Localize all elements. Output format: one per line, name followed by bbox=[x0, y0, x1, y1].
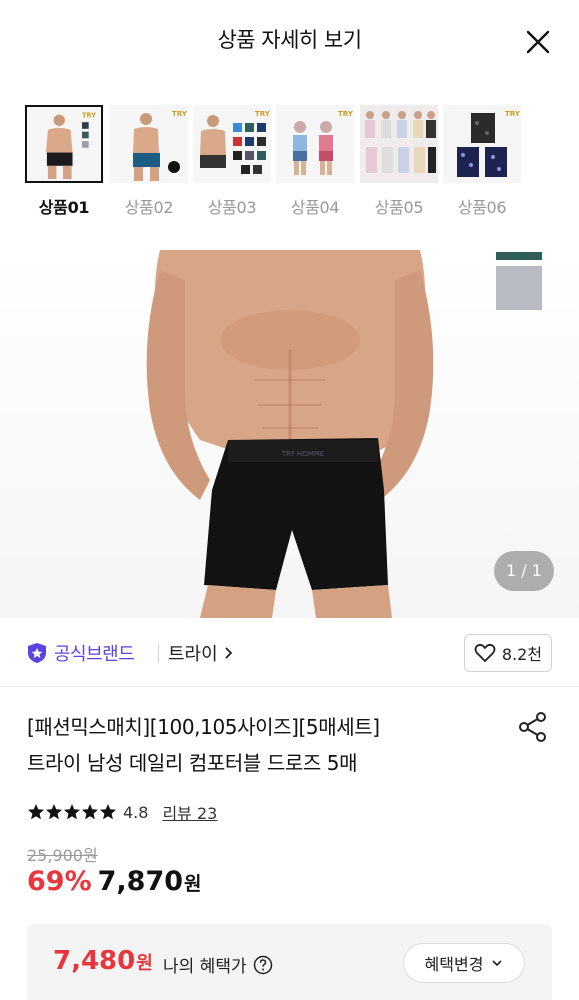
sale-price: 7,870 bbox=[97, 866, 184, 897]
benefit-change-label: 혜택변경 bbox=[424, 955, 484, 974]
like-count: 8.2천 bbox=[501, 645, 543, 664]
benefit-change-button[interactable]: 혜택변경 bbox=[403, 943, 525, 983]
thumbnail-image bbox=[360, 105, 438, 183]
star-icon bbox=[46, 804, 62, 820]
brand-mark: TRY bbox=[338, 110, 354, 118]
official-brand-badge[interactable]: 공식브랜드 bbox=[26, 640, 135, 666]
color-swatch[interactable] bbox=[496, 252, 542, 310]
thumbnail-strip: TRY 상품01 TRY 상품02 TRY 상품03 TRY 상품04 상품05… bbox=[0, 105, 579, 225]
benefit-price: 7,480 원 bbox=[53, 946, 153, 976]
benefit-box: 7,480 원 나의 혜택가 혜택변경 bbox=[27, 924, 552, 1000]
image-counter: 1 / 1 bbox=[494, 551, 554, 591]
share-button[interactable] bbox=[516, 710, 550, 744]
brand-mark: TRY bbox=[82, 111, 96, 119]
thumbnail-2[interactable]: TRY 상품02 bbox=[110, 105, 188, 218]
thumbnail-3[interactable]: TRY 상품03 bbox=[193, 105, 271, 218]
product-title: [패션믹스매치][100,105사이즈][5매세트] 트라이 남성 데일리 컴포… bbox=[27, 709, 497, 781]
header: 상품 자세히 보기 bbox=[0, 0, 579, 84]
thumbnail-label: 상품04 bbox=[290, 198, 340, 217]
benefit-amount: 7,480 bbox=[53, 946, 136, 976]
page-title: 상품 자세히 보기 bbox=[217, 28, 362, 52]
star-icon bbox=[64, 804, 80, 820]
brand-link[interactable]: 트라이 bbox=[168, 640, 236, 666]
price-row: 69% 7,870 원 bbox=[27, 866, 202, 897]
thumbnail-image: TRY bbox=[25, 105, 103, 183]
product-title-line2: 트라이 남성 데일리 컴포터블 드로즈 5매 bbox=[27, 751, 358, 775]
thumbnail-image: TRY bbox=[110, 105, 188, 183]
waistband-text: TRY HOMME bbox=[281, 450, 324, 458]
brand-mark: TRY bbox=[255, 110, 271, 118]
close-icon bbox=[526, 30, 550, 54]
divider bbox=[0, 686, 579, 687]
star-icon bbox=[100, 804, 116, 820]
rating-row: 4.8 리뷰 23 bbox=[27, 800, 217, 824]
star-icon bbox=[28, 804, 44, 820]
discount-rate: 69% bbox=[27, 866, 92, 897]
star-icon bbox=[82, 804, 98, 820]
review-link[interactable]: 리뷰 23 bbox=[162, 800, 217, 824]
thumbnail-1[interactable]: TRY 상품01 bbox=[25, 105, 103, 218]
divider bbox=[158, 644, 159, 662]
thumbnail-label: 상품03 bbox=[207, 198, 257, 217]
rating-value: 4.8 bbox=[123, 802, 149, 822]
chevron-down-icon bbox=[492, 960, 503, 967]
thumbnail-label: 상품06 bbox=[457, 198, 507, 217]
official-brand-label: 공식브랜드 bbox=[54, 644, 135, 665]
sale-price-unit: 원 bbox=[184, 873, 202, 895]
chevron-right-icon bbox=[225, 647, 232, 659]
product-title-line1: [패션믹스매치][100,105사이즈][5매세트] bbox=[27, 715, 380, 739]
heart-icon bbox=[474, 643, 496, 663]
close-button[interactable] bbox=[522, 26, 554, 58]
thumbnail-image: TRY bbox=[276, 105, 354, 183]
thumbnail-5[interactable]: 상품05 bbox=[360, 105, 438, 218]
brand-mark: TRY bbox=[172, 110, 188, 118]
thumbnail-6[interactable]: TRY 상품06 bbox=[443, 105, 521, 218]
help-icon[interactable] bbox=[253, 955, 273, 975]
share-icon bbox=[519, 712, 546, 742]
benefit-unit: 원 bbox=[136, 953, 153, 974]
thumbnail-label: 상품02 bbox=[124, 198, 174, 217]
like-button[interactable]: 8.2천 bbox=[464, 634, 552, 672]
benefit-label-group: 나의 혜택가 bbox=[163, 952, 273, 977]
thumbnail-image: TRY bbox=[443, 105, 521, 183]
brand-name: 트라이 bbox=[168, 644, 218, 665]
official-badge-icon bbox=[28, 643, 46, 663]
model-illustration: TRY HOMME bbox=[146, 250, 434, 618]
thumbnail-4[interactable]: TRY 상품04 bbox=[276, 105, 354, 218]
benefit-label: 나의 혜택가 bbox=[163, 957, 247, 977]
star-rating bbox=[27, 803, 117, 821]
brand-row: 공식브랜드 트라이 8.2천 bbox=[0, 630, 579, 686]
thumbnail-image: TRY bbox=[193, 105, 271, 183]
product-hero-image[interactable]: TRY HOMME bbox=[0, 250, 579, 618]
brand-mark: TRY bbox=[505, 110, 521, 118]
thumbnail-label: 상품01 bbox=[38, 198, 90, 217]
original-price: 25,900원 bbox=[27, 846, 98, 865]
thumbnail-label: 상품05 bbox=[374, 198, 424, 217]
